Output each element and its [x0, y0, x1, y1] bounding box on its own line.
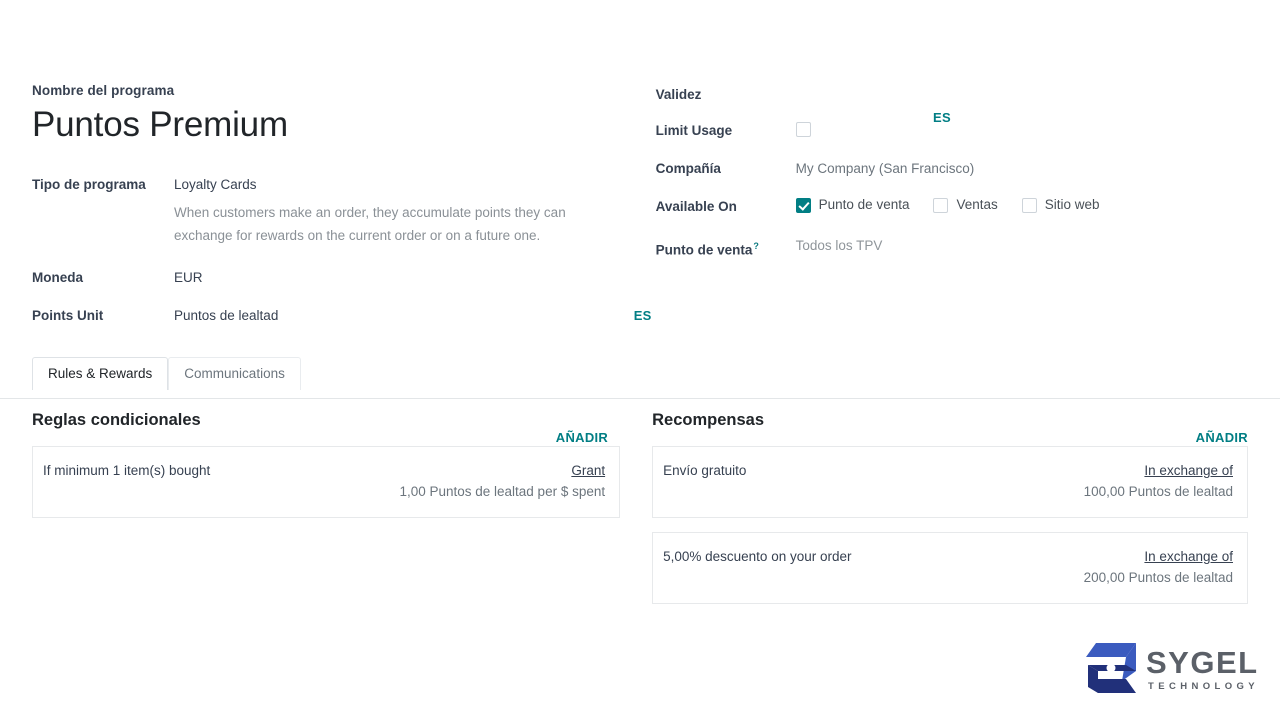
rewards-section: Recompensas AÑADIR Envío gratuito In exc… [652, 409, 1248, 618]
form-column-left: Nombre del programa Puntos Premium Tipo … [32, 0, 652, 341]
reward-name: Envío gratuito [663, 463, 747, 479]
sygel-logo: SYGEL TECHNOLOGY [1086, 641, 1259, 700]
rewards-header: Recompensas AÑADIR [652, 409, 1248, 445]
program-type-value[interactable]: Loyalty Cards [174, 174, 652, 196]
program-type-label: Tipo de programa [32, 177, 146, 193]
tab-communications[interactable]: Communications [168, 357, 301, 391]
website-checkbox[interactable] [1021, 197, 1037, 213]
field-row-validity: Validez [656, 84, 1248, 106]
company-label: Compañía [655, 161, 721, 176]
tab-bar: Rules & Rewards Communications [32, 357, 1248, 392]
point-of-sale-label-text: Punto de venta [655, 242, 753, 258]
form-column-right: Validez Limit Usage Compañía My Company … [652, 0, 1248, 341]
field-row-currency: Moneda EUR [32, 267, 652, 289]
field-row-limit-usage: Limit Usage [656, 120, 1248, 142]
available-on-checkbox-group: Punto de venta Ventas Sitio web [795, 196, 1248, 214]
pos-checkbox[interactable] [795, 197, 811, 213]
sygel-logo-text: SYGEL TECHNOLOGY [1146, 647, 1259, 694]
point-of-sale-value[interactable]: Todos los TPV [796, 235, 1248, 257]
currency-label: Moneda [32, 270, 84, 286]
available-on-item-website[interactable]: Sitio web [1021, 196, 1100, 214]
validity-label: Validez [655, 87, 702, 102]
language-badge-points-unit[interactable]: ES [634, 305, 652, 327]
rule-card[interactable]: If minimum 1 item(s) bought Grant 1,00 P… [32, 446, 621, 519]
points-unit-value[interactable]: Puntos de lealtad [174, 305, 634, 327]
sygel-logo-subtitle: TECHNOLOGY [1148, 681, 1260, 692]
available-on-value: Punto de venta Ventas Sitio web [795, 196, 1248, 214]
limit-usage-label: Limit Usage [655, 123, 733, 138]
reward-action-value: 200,00 Puntos de lealtad [1083, 570, 1233, 586]
rule-action: Grant 1,00 Puntos de lealtad per $ spent [399, 459, 605, 503]
reward-action-label[interactable]: In exchange of [1084, 547, 1233, 567]
field-row-company: Compañía My Company (San Francisco) [656, 158, 1248, 180]
available-on-item-sales[interactable]: Ventas [933, 196, 998, 214]
sales-checkbox[interactable] [933, 197, 949, 213]
available-on-item-pos[interactable]: Punto de venta [795, 196, 910, 214]
conditional-rules-header: Reglas condicionales AÑADIR [32, 409, 620, 445]
tab-bar-divider [0, 398, 1280, 400]
program-name-label: Nombre del programa [32, 83, 175, 98]
rule-action-label[interactable]: Grant [399, 461, 605, 481]
loyalty-program-form-page: ES Nombre del programa Puntos Premium Ti… [0, 0, 1280, 720]
sygel-logo-mark-icon [1086, 641, 1138, 700]
reward-name: 5,00% descuento on your order [663, 549, 852, 565]
rules-and-rewards-panel: Reglas condicionales AÑADIR If minimum 1… [0, 409, 1280, 618]
field-row-available-on: Available On Punto de venta Ventas Sitio… [656, 196, 1248, 218]
rewards-title: Recompensas [652, 411, 764, 430]
reward-action: In exchange of 200,00 Puntos de lealtad [1084, 545, 1233, 589]
reward-action: In exchange of 100,00 Puntos de lealtad [1084, 459, 1233, 503]
add-rule-button[interactable]: AÑADIR [556, 430, 608, 445]
tab-rules-and-rewards[interactable]: Rules & Rewards [32, 357, 169, 392]
field-row-point-of-sale: Punto de venta? Todos los TPV [656, 235, 1248, 262]
field-row-points-unit: Points Unit Puntos de lealtad ES [32, 305, 652, 327]
available-on-label: Available On [655, 199, 737, 214]
reward-card[interactable]: 5,00% descuento on your order In exchang… [652, 532, 1248, 605]
sygel-logo-name: SYGEL [1146, 645, 1259, 680]
rule-condition-text: If minimum 1 item(s) bought [43, 463, 211, 479]
conditional-rules-section: Reglas condicionales AÑADIR If minimum 1… [32, 409, 652, 618]
notebook: Rules & Rewards Communications [0, 357, 1280, 400]
point-of-sale-label: Punto de venta? [656, 235, 796, 262]
field-row-program-type: Tipo de programa Loyalty Cards When cust… [32, 174, 652, 247]
sales-checkbox-label: Ventas [956, 197, 998, 212]
program-type-value-group: Loyalty Cards When customers make an ord… [174, 174, 652, 247]
reward-action-value: 100,00 Puntos de lealtad [1083, 484, 1233, 500]
limit-usage-value [795, 120, 1248, 142]
reward-action-label[interactable]: In exchange of [1084, 461, 1233, 481]
points-unit-value-group: Puntos de lealtad ES [174, 305, 652, 327]
pos-checkbox-label: Punto de venta [818, 197, 910, 212]
help-icon[interactable]: ? [753, 241, 759, 251]
conditional-rules-title: Reglas condicionales [32, 411, 201, 430]
program-type-description: When customers make an order, they accum… [174, 205, 566, 243]
company-value[interactable]: My Company (San Francisco) [796, 158, 1248, 180]
form-columns: Nombre del programa Puntos Premium Tipo … [32, 0, 1248, 341]
reward-card[interactable]: Envío gratuito In exchange of 100,00 Pun… [652, 446, 1248, 519]
points-unit-label: Points Unit [32, 308, 104, 324]
add-reward-button[interactable]: AÑADIR [1196, 430, 1248, 445]
website-checkbox-label: Sitio web [1044, 197, 1100, 212]
program-name-value[interactable]: Puntos Premium [32, 105, 652, 144]
limit-usage-checkbox[interactable] [795, 122, 811, 137]
form-sheet: ES Nombre del programa Puntos Premium Ti… [0, 0, 1280, 341]
currency-value[interactable]: EUR [174, 267, 652, 289]
rule-action-value: 1,00 Puntos de lealtad per $ spent [399, 484, 606, 500]
